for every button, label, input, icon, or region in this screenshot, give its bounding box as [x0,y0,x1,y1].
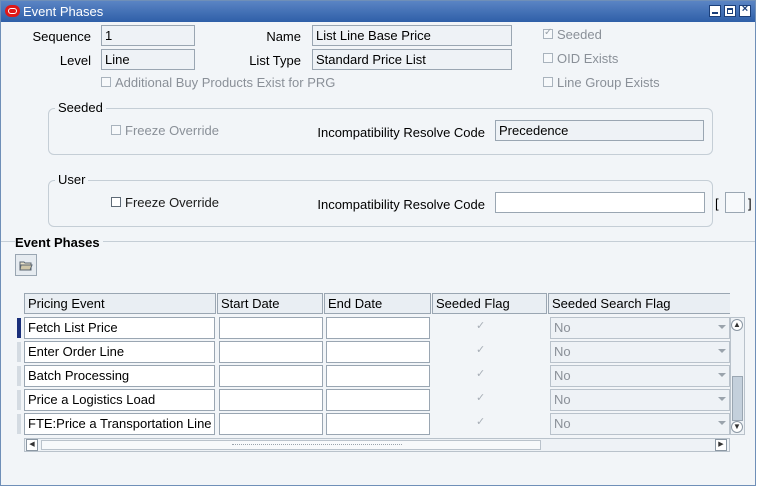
col-header-seeded-search-flag[interactable]: Seeded Search Flag [548,293,730,314]
vertical-scroll-thumb[interactable] [732,376,743,421]
level-field[interactable]: Line [101,49,195,70]
seeded-flag-checkbox[interactable] [476,367,486,380]
col-header-pricing-event[interactable]: Pricing Event [24,293,216,314]
user-group-title: User [55,172,89,187]
start-date-cell[interactable] [219,365,323,387]
chevron-down-icon [718,421,726,425]
open-folder-icon [19,261,33,271]
pricing-event-cell[interactable]: Batch Processing [24,365,215,387]
start-date-cell[interactable] [219,317,323,339]
seeded-checkbox-label: Seeded [557,27,602,42]
vertical-scrollbar[interactable] [730,317,745,435]
scroll-left-icon[interactable]: ◀ [26,439,38,451]
oid-exists-checkbox[interactable] [543,53,553,63]
pricing-event-cell[interactable]: Price a Logistics Load [24,389,215,411]
seeded-search-flag-select[interactable]: No [550,389,730,411]
user-freeze-override-checkbox[interactable] [111,197,121,207]
minimize-icon[interactable] [709,5,721,17]
seeded-freeze-override-label: Freeze Override [125,123,219,138]
seeded-search-flag-select[interactable]: No [550,365,730,387]
seeded-checkbox[interactable] [543,27,553,39]
seeded-flag-checkbox[interactable] [476,319,486,332]
chevron-down-icon [718,349,726,353]
pricing-event-cell[interactable]: Enter Order Line [24,341,215,363]
select-value: No [554,320,571,335]
title-bar: Event Phases × [1,1,755,22]
seeded-group-title: Seeded [55,100,106,115]
oracle-logo-icon [5,5,20,17]
select-value: No [554,416,571,431]
row-indicator[interactable] [17,366,21,386]
user-resolve-label: Incompatibility Resolve Code [317,197,485,212]
row-indicator-current[interactable] [17,318,21,338]
seeded-freeze-override-checkbox[interactable] [111,125,121,135]
close-icon[interactable]: × [739,3,751,17]
seeded-flag-checkbox[interactable] [476,415,486,428]
additional-buy-label: Additional Buy Products Exist for PRG [115,75,336,90]
name-field[interactable]: List Line Base Price [312,25,512,46]
seeded-search-flag-select[interactable]: No [550,341,730,363]
col-header-start-date[interactable]: Start Date [217,293,323,314]
end-date-cell[interactable] [326,365,430,387]
start-date-cell[interactable] [219,341,323,363]
start-date-cell[interactable] [219,413,323,435]
horizontal-scroll-thumb[interactable] [41,440,541,450]
seeded-flag-checkbox[interactable] [476,391,486,404]
seeded-flag-checkbox[interactable] [476,343,486,356]
line-group-exists-checkbox[interactable] [543,77,553,87]
end-date-cell[interactable] [326,389,430,411]
section-divider [1,241,755,242]
bracket-open: [ [715,196,719,211]
seeded-search-flag-select[interactable]: No [550,413,730,435]
seeded-search-flag-select[interactable]: No [550,317,730,339]
oid-exists-label: OID Exists [557,51,619,66]
level-label: Level [59,53,91,68]
scroll-right-icon[interactable]: ▶ [715,439,727,451]
chevron-down-icon [718,373,726,377]
chevron-down-icon [718,325,726,329]
maximize-icon[interactable] [724,5,736,17]
end-date-cell[interactable] [326,317,430,339]
window-title: Event Phases [23,4,104,19]
list-type-field[interactable]: Standard Price List [312,49,512,70]
scroll-grip [232,444,402,448]
name-label: Name [266,29,301,44]
descriptive-flexfield[interactable] [725,192,745,213]
event-phases-title: Event Phases [15,235,103,250]
start-date-cell[interactable] [219,389,323,411]
select-value: No [554,392,571,407]
pricing-event-cell[interactable]: Fetch List Price [24,317,215,339]
open-folder-button[interactable] [15,254,37,276]
scroll-down-icon[interactable]: ▼ [731,421,743,433]
user-resolve-field[interactable] [495,192,705,213]
pricing-event-cell[interactable]: FTE:Price a Transportation Line [24,413,215,435]
seeded-resolve-field[interactable]: Precedence [495,120,704,141]
bracket-close: ] [748,196,752,211]
chevron-down-icon [718,397,726,401]
select-value: No [554,344,571,359]
sequence-label: Sequence [32,29,91,44]
col-header-end-date[interactable]: End Date [324,293,431,314]
line-group-exists-label: Line Group Exists [557,75,660,90]
list-type-label: List Type [249,53,301,68]
end-date-cell[interactable] [326,413,430,435]
event-phases-window: Event Phases × Sequence 1 Name List Line… [0,0,756,486]
row-indicator[interactable] [17,414,21,434]
user-freeze-override-label: Freeze Override [125,195,219,210]
col-header-seeded-flag[interactable]: Seeded Flag [432,293,547,314]
row-indicator[interactable] [17,342,21,362]
scroll-up-icon[interactable]: ▲ [731,319,743,331]
select-value: No [554,368,571,383]
sequence-field[interactable]: 1 [101,25,195,46]
row-indicator[interactable] [17,390,21,410]
seeded-resolve-label: Incompatibility Resolve Code [317,125,485,140]
additional-buy-checkbox[interactable] [101,77,111,87]
end-date-cell[interactable] [326,341,430,363]
horizontal-scrollbar[interactable] [24,438,730,452]
